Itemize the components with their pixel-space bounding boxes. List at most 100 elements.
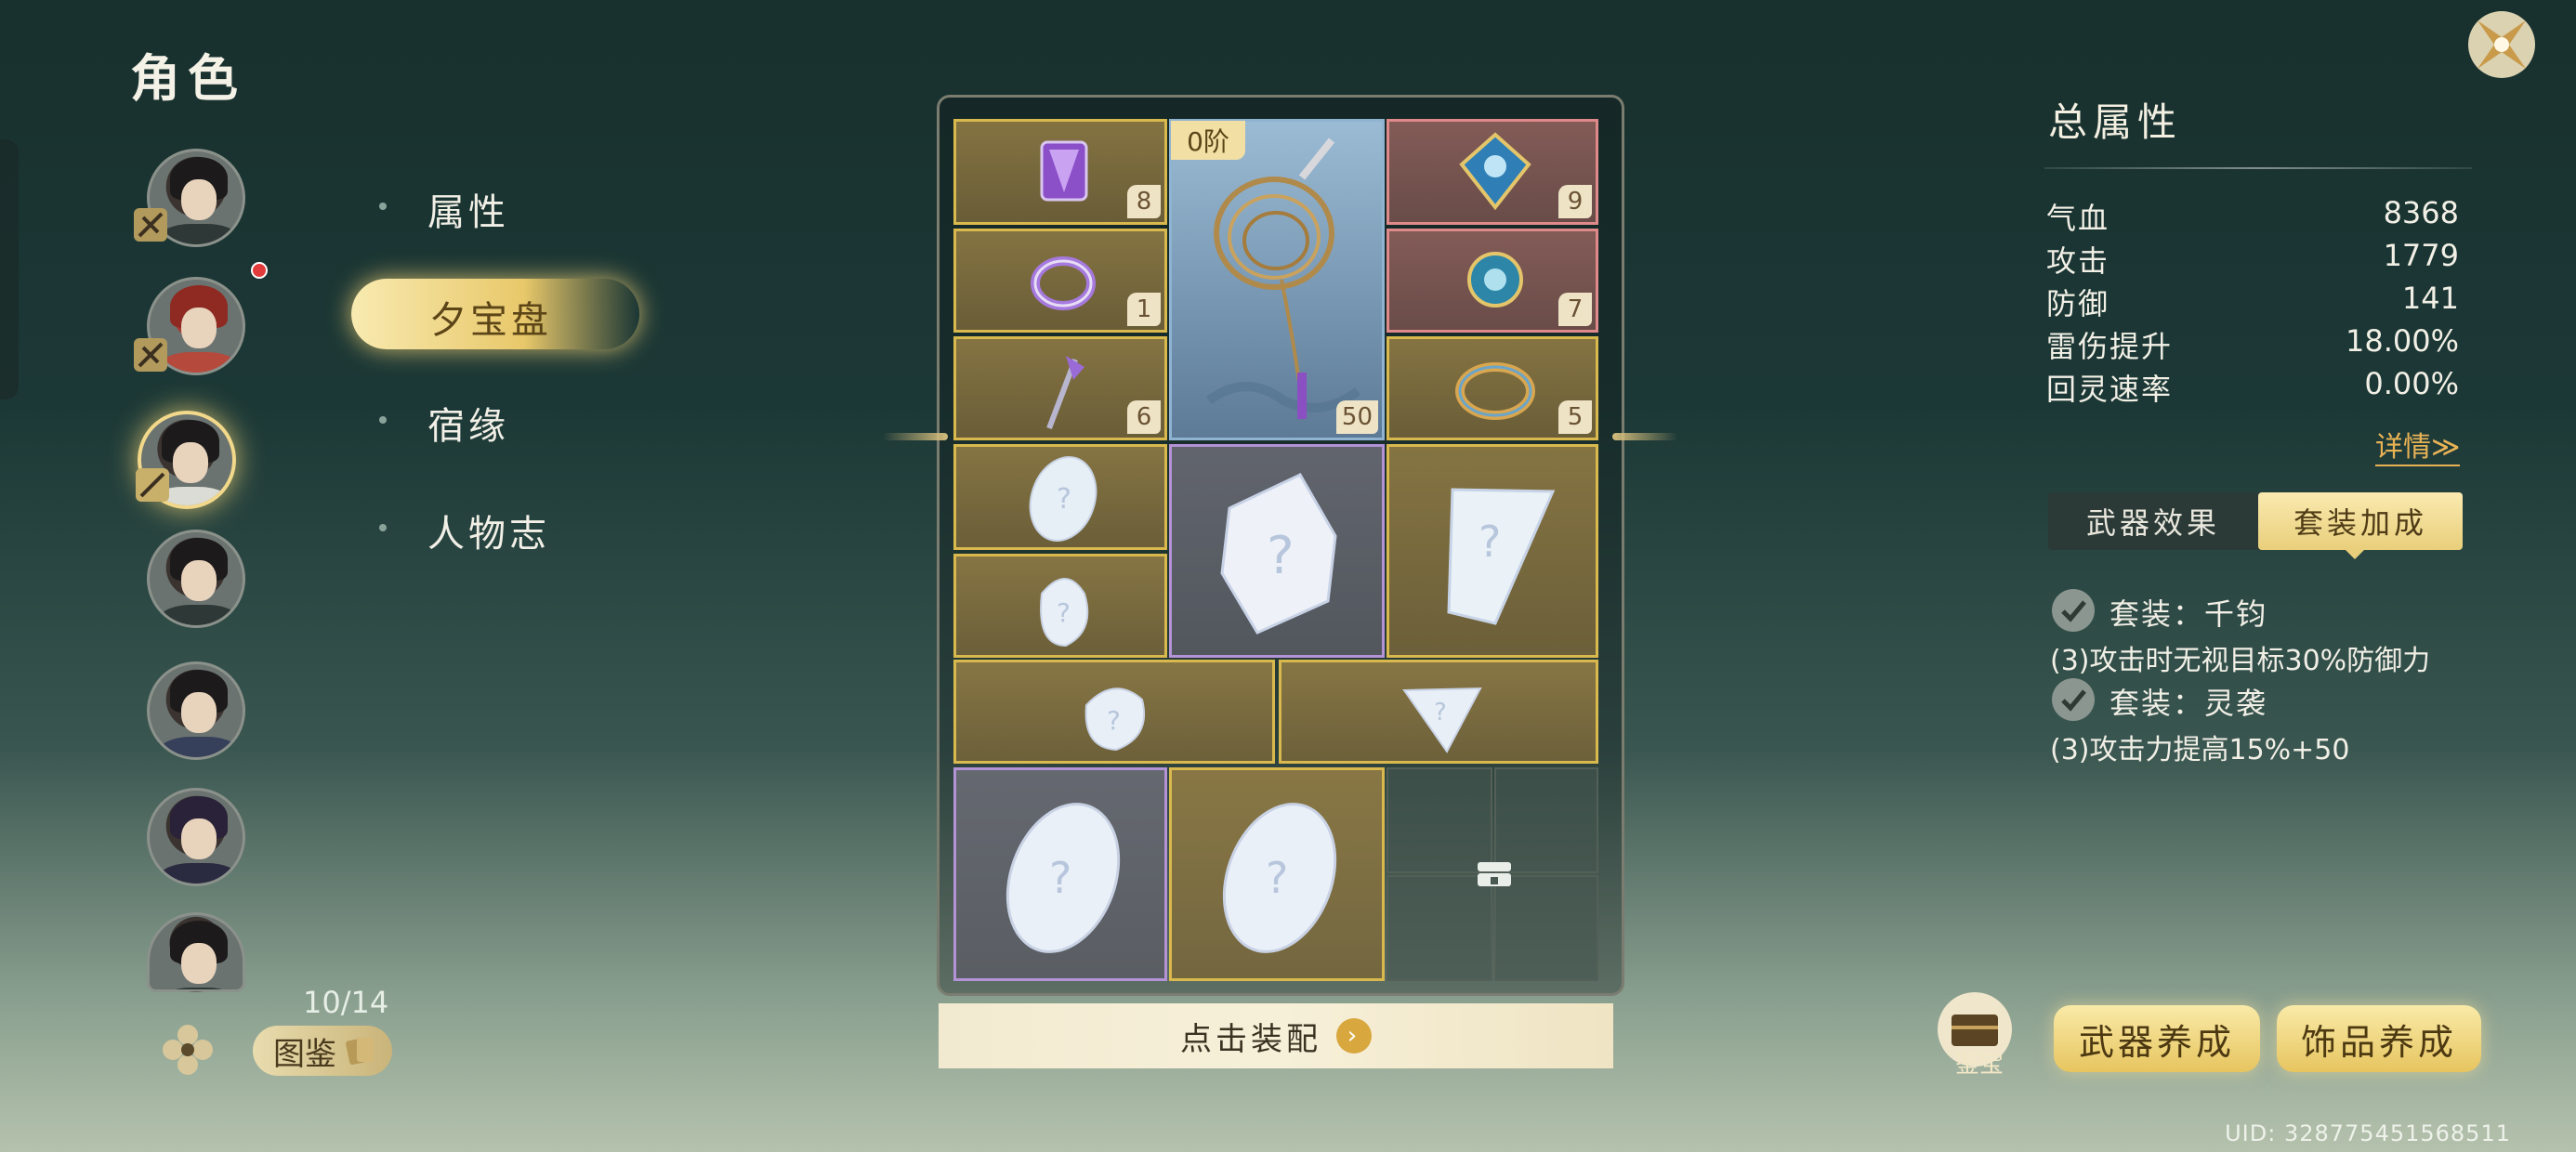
weapon-stage-badge: 0阶 [1171, 121, 1245, 160]
weapon-upgrade-button[interactable]: 武器养成 [2054, 1005, 2260, 1072]
equip-button[interactable]: 点击装配 › [939, 1003, 1613, 1068]
slot-count: 5 [1558, 400, 1592, 434]
menu-item-treasure-plate[interactable]: 夕宝盘 [429, 290, 552, 344]
stat-label-defense: 防御 [2046, 286, 2110, 321]
svg-text:?: ? [1267, 526, 1295, 586]
board-ornament [883, 433, 948, 440]
gem-slot-large-3[interactable]: ? [953, 767, 1167, 981]
set-desc-2: (3)攻击力提高15%+50 [2050, 734, 2350, 766]
attributes-title: 总属性 [2048, 99, 2183, 145]
set-name-1: 套装：千钧 [2109, 596, 2268, 632]
menu-item-attributes[interactable]: 属性 [427, 182, 509, 236]
slot-bracelet[interactable]: 5 [1387, 336, 1598, 440]
equip-label: 点击装配 [1180, 1020, 1321, 1058]
unknown-shard-icon: ? [1447, 488, 1556, 625]
gem-slot-large-2[interactable]: ? [1387, 444, 1598, 658]
check-icon [2052, 589, 2095, 632]
lock-icon [1478, 862, 1511, 886]
svg-text:?: ? [1107, 705, 1121, 736]
locked-sword-icon [134, 338, 167, 372]
whip-weapon-icon [1206, 137, 1360, 419]
gem-slot-3[interactable]: ? [953, 660, 1275, 764]
tab-weapon-effect[interactable]: 武器效果 [2048, 492, 2258, 550]
slot-count: 9 [1558, 185, 1592, 218]
close-button[interactable] [2464, 7, 2539, 82]
svg-text:?: ? [1057, 483, 1071, 516]
stat-value-spirit-regen: 0.00% [2364, 366, 2459, 401]
divider [2044, 167, 2472, 169]
menu-item-biography[interactable]: 人物志 [427, 504, 550, 557]
slot-hairpin[interactable]: 6 [953, 336, 1167, 440]
unknown-gem-icon: ? [1040, 578, 1089, 648]
unknown-gem-icon: ? [1402, 687, 1482, 753]
svg-text:?: ? [1266, 853, 1288, 903]
slot-count: 1 [1127, 293, 1161, 326]
set-name-2: 套装：灵袭 [2109, 686, 2268, 721]
details-link[interactable]: 详情≫ [2375, 424, 2461, 466]
svg-text:?: ? [1479, 517, 1501, 567]
gem-slot-large-4[interactable]: ? [1169, 767, 1385, 981]
notification-dot [251, 262, 268, 279]
appraise-button[interactable]: 鉴宝 [1935, 990, 2015, 1079]
filter-button[interactable] [160, 1022, 216, 1078]
slot-count: 7 [1558, 293, 1592, 326]
check-icon [2052, 678, 2095, 721]
stat-label-hp: 气血 [2046, 201, 2110, 236]
slot-crest[interactable]: 9 [1387, 119, 1598, 225]
avatar-character-5[interactable] [147, 661, 245, 760]
treasure-chest-icon: 鉴宝 [1938, 992, 2012, 1079]
slot-ring[interactable]: 1 [953, 229, 1167, 333]
svg-text:?: ? [1057, 597, 1071, 628]
atlas-label: 图鉴 [273, 1035, 336, 1073]
empty-slot[interactable] [1494, 875, 1598, 981]
svg-text:?: ? [1049, 853, 1071, 903]
slot-ornament[interactable]: 7 [1387, 229, 1598, 333]
flower-icon [163, 1025, 213, 1075]
cards-icon [346, 1038, 374, 1066]
weapon-slot[interactable]: 50 [1169, 119, 1385, 440]
accessory-upgrade-button[interactable]: 饰品养成 [2277, 1005, 2481, 1072]
empty-slot[interactable] [1387, 767, 1492, 873]
unknown-gem-icon: ? [1222, 803, 1337, 953]
empty-slot[interactable] [1494, 767, 1598, 873]
slot-talisman[interactable]: 8 [953, 119, 1167, 225]
set-desc-1: (3)攻击时无视目标30%防御力 [2050, 645, 2431, 677]
stat-label-attack: 攻击 [2046, 243, 2110, 279]
empty-slot[interactable] [1387, 875, 1492, 981]
uid-label: UID: 328775451568511 [2225, 1120, 2511, 1146]
menu-bullet [379, 524, 387, 531]
menu-bullet [379, 203, 387, 210]
stat-value-thunder-dmg: 18.00% [2345, 323, 2459, 359]
avatar-character-6[interactable] [147, 788, 245, 886]
chevron-right-icon: › [1336, 1018, 1372, 1054]
tab-set-bonus[interactable]: 套装加成 [2258, 492, 2463, 550]
unknown-crystal-icon: ? [1220, 473, 1337, 635]
page-title: 角色 [130, 49, 245, 108]
gem-slot-2[interactable]: ? [953, 554, 1167, 658]
menu-item-fate[interactable]: 宿缘 [427, 396, 509, 450]
board-ornament [1612, 433, 1677, 440]
close-icon [2468, 11, 2535, 78]
menu-bullet [379, 416, 387, 424]
avatar-character-7[interactable] [147, 912, 245, 992]
stat-value-hp: 8368 [2383, 195, 2459, 230]
tab-indicator [2346, 550, 2364, 559]
side-drawer-handle[interactable] [0, 139, 19, 399]
gem-slot-1[interactable]: ? [953, 444, 1167, 550]
sword-icon [136, 468, 169, 502]
stat-value-defense: 141 [2401, 281, 2459, 316]
slot-count: 8 [1127, 185, 1161, 218]
atlas-button[interactable]: 图鉴 [253, 1026, 392, 1076]
weapon-level: 50 [1335, 400, 1378, 434]
gem-slot-large-1[interactable]: ? [1169, 444, 1385, 658]
stat-value-attack: 1779 [2383, 238, 2459, 273]
unknown-gem-icon: ? [1084, 687, 1146, 752]
stat-label-spirit-regen: 回灵速率 [2046, 372, 2174, 407]
gem-slot-4[interactable]: ? [1279, 660, 1598, 764]
avatar-character-4[interactable] [147, 530, 245, 628]
locked-sword-icon [134, 208, 167, 242]
slot-count: 6 [1127, 400, 1161, 434]
stat-label-thunder-dmg: 雷伤提升 [2046, 329, 2174, 364]
appraise-label: 鉴宝 [1955, 1051, 2004, 1076]
unknown-gem-icon: ? [1005, 803, 1121, 953]
